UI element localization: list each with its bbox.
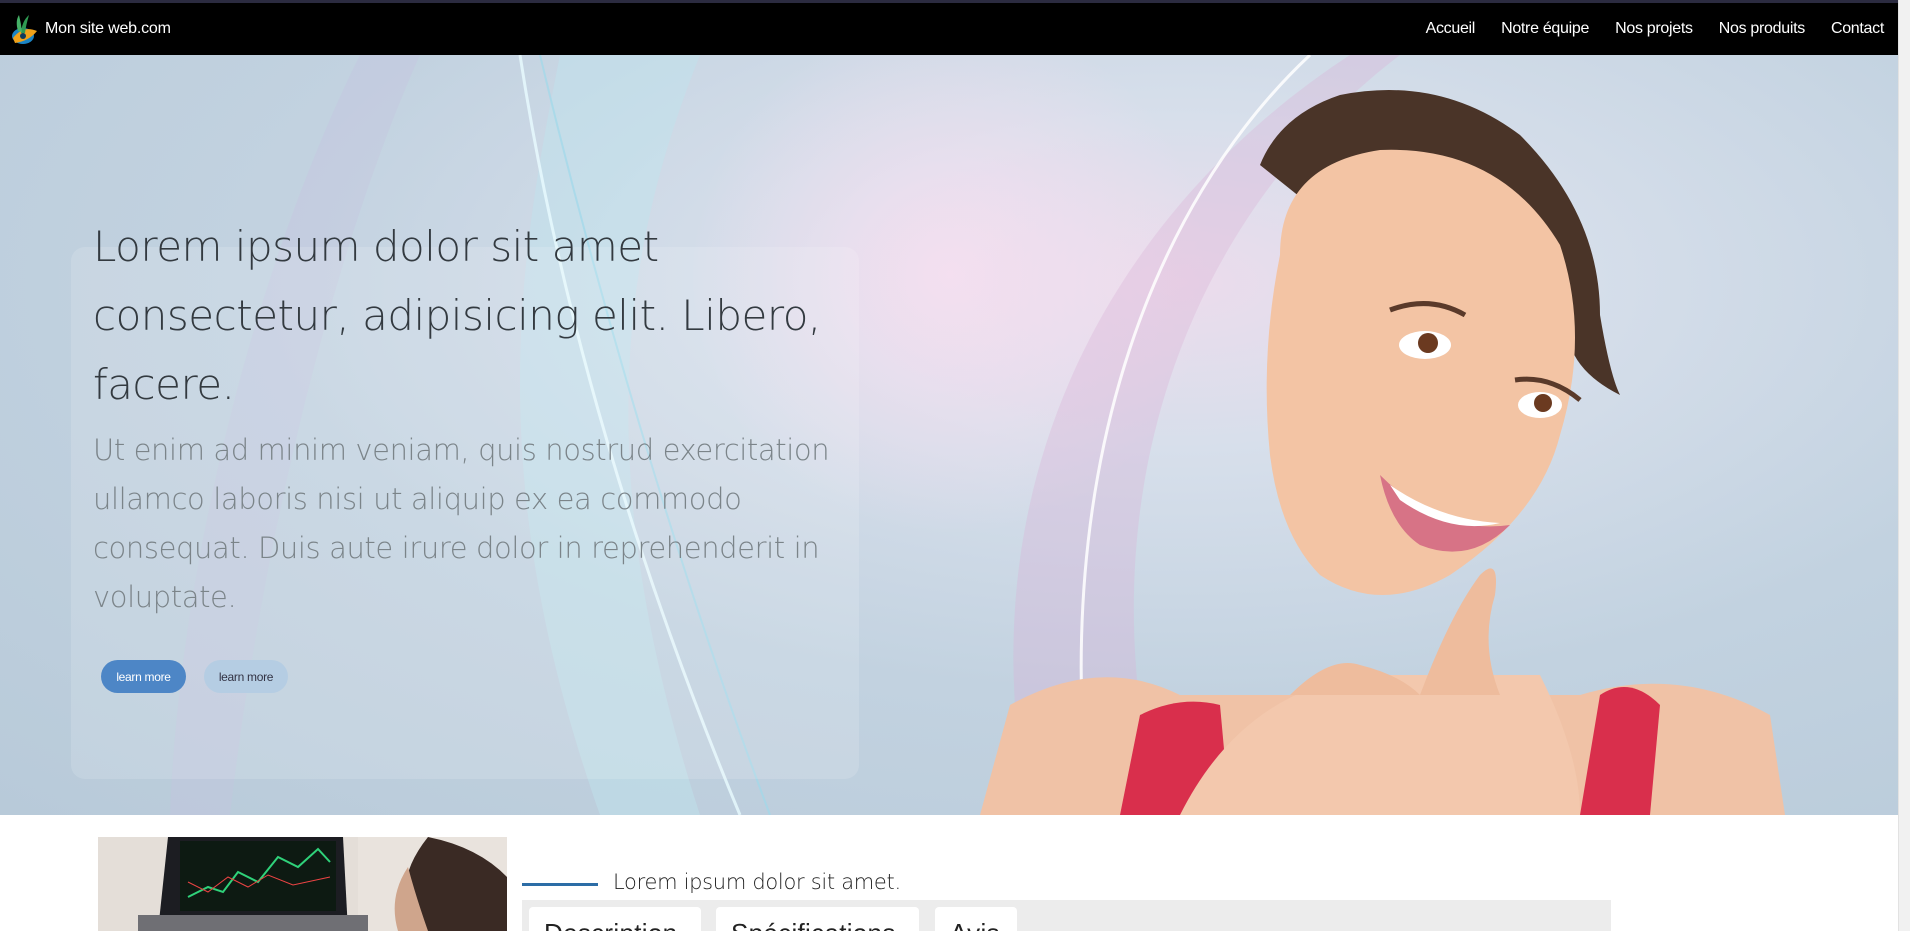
nav-link-nos-produits[interactable]: Nos produits bbox=[1719, 20, 1806, 38]
nav-links: Accueil Notre équipe Nos projets Nos pro… bbox=[1400, 20, 1885, 38]
learn-more-button-secondary[interactable]: learn more bbox=[204, 660, 288, 693]
nav-link-contact[interactable]: Contact bbox=[1831, 20, 1884, 38]
nav-link-notre-equipe[interactable]: Notre équipe bbox=[1501, 20, 1589, 38]
nav-link-nos-projets[interactable]: Nos projets bbox=[1615, 20, 1693, 38]
laptop-image bbox=[98, 837, 507, 931]
tab-specifications[interactable]: Spécifications bbox=[716, 907, 919, 931]
learn-more-button-primary[interactable]: learn more bbox=[101, 660, 186, 693]
site-logo-icon bbox=[12, 15, 37, 44]
section-title: Lorem ipsum dolor sit amet. bbox=[613, 870, 901, 894]
laptop-photo bbox=[98, 837, 507, 931]
woman-photo bbox=[980, 90, 1785, 815]
tab-avis[interactable]: Avis bbox=[935, 907, 1017, 931]
vertical-scrollbar[interactable] bbox=[1898, 0, 1910, 931]
navbar: Mon site web.com Accueil Notre équipe No… bbox=[0, 3, 1898, 55]
hero-title: Lorem ipsum dolor sit amet consectetur, … bbox=[93, 222, 821, 409]
nav-link-accueil[interactable]: Accueil bbox=[1426, 20, 1476, 38]
hero-text: Ut enim ad minim veniam, quis nostrud ex… bbox=[93, 433, 830, 614]
brand-name: Mon site web.com bbox=[45, 20, 171, 37]
section-title-decoration bbox=[522, 883, 598, 886]
tab-description[interactable]: Description bbox=[529, 907, 701, 931]
brand[interactable]: Mon site web.com bbox=[9, 11, 171, 47]
